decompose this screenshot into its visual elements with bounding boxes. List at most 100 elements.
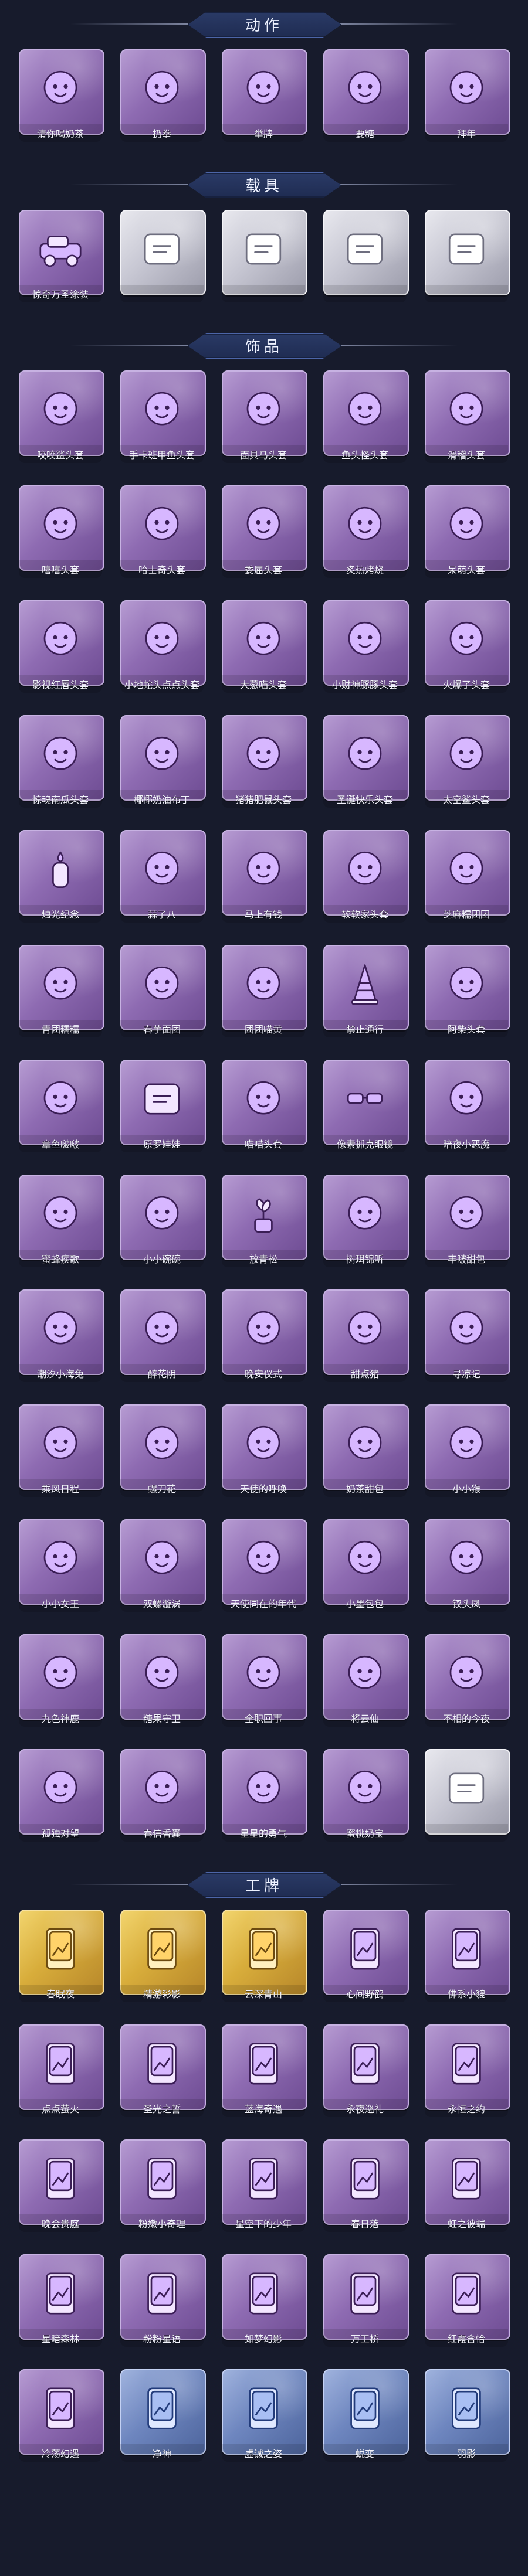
item-card[interactable]: 将云仙 (323, 1634, 409, 1728)
item-card[interactable]: 奶茶甜包 (323, 1404, 409, 1498)
item-card[interactable]: 永恒之约 (425, 2024, 510, 2118)
item-card[interactable]: 影视红唇头套 (19, 600, 104, 694)
item-card[interactable]: 虹之彼端 (425, 2139, 510, 2233)
item-card[interactable]: 圣诞快乐头套 (323, 715, 409, 809)
item-card[interactable]: 要糖 (323, 49, 409, 143)
item-card[interactable]: 喵喵头套 (222, 1060, 307, 1153)
item-card[interactable]: 糖果守卫 (120, 1634, 206, 1728)
item-card[interactable]: 原罗娃娃 (120, 1060, 206, 1153)
item-card[interactable]: 鱼头怪头套 (323, 370, 409, 464)
item-card[interactable]: 虚诚之姿 (222, 2369, 307, 2463)
item-card[interactable] (425, 1749, 510, 1843)
item-card[interactable]: 芝麻糯团团 (425, 830, 510, 924)
item-card[interactable]: 大葱喵头套 (222, 600, 307, 694)
item-card[interactable]: 甜点猪 (323, 1289, 409, 1383)
item-card[interactable]: 不相的今夜 (425, 1634, 510, 1728)
item-card[interactable]: 马上有钱 (222, 830, 307, 924)
item-card[interactable]: 请你喝奶茶 (19, 49, 104, 143)
item-card[interactable]: 寻凉记 (425, 1289, 510, 1383)
item-card[interactable]: 炙热烤烧 (323, 485, 409, 579)
item-card[interactable]: 点点萤火 (19, 2024, 104, 2118)
item-card[interactable]: 晚会贵庭 (19, 2139, 104, 2233)
item-card[interactable]: 粉粉星语 (120, 2254, 206, 2348)
item-card[interactable]: 羽影 (425, 2369, 510, 2463)
item-card[interactable]: 像素抓克眼镜 (323, 1060, 409, 1153)
item-card[interactable]: 如梦幻影 (222, 2254, 307, 2348)
item-card[interactable]: 小小猴 (425, 1404, 510, 1498)
item-card[interactable]: 哈士奇头套 (120, 485, 206, 579)
item-card[interactable]: 椰椰奶油布丁 (120, 715, 206, 809)
item-card[interactable]: 螺刀花 (120, 1404, 206, 1498)
item-card[interactable]: 圣光之誓 (120, 2024, 206, 2118)
item-card[interactable]: 红霞含恰 (425, 2254, 510, 2348)
item-card[interactable] (222, 210, 307, 304)
item-card[interactable]: 火爆了头套 (425, 600, 510, 694)
item-card[interactable]: 春日落 (323, 2139, 409, 2233)
item-card[interactable]: 九色神鹿 (19, 1634, 104, 1728)
item-card[interactable]: 阿柴头套 (425, 945, 510, 1039)
item-card[interactable]: 树珥锦听 (323, 1175, 409, 1268)
item-card[interactable]: 云深青山 (222, 1910, 307, 2003)
item-card[interactable]: 惊魂南瓜头套 (19, 715, 104, 809)
item-card[interactable]: 全职回事 (222, 1634, 307, 1728)
item-card[interactable]: 放青松 (222, 1175, 307, 1268)
item-card[interactable]: 滑稽头套 (425, 370, 510, 464)
item-card[interactable]: 孤独对望 (19, 1749, 104, 1843)
item-card[interactable]: 太空鲨头套 (425, 715, 510, 809)
item-card[interactable]: 天使同在的年代 (222, 1519, 307, 1613)
item-card[interactable]: 小墨包包 (323, 1519, 409, 1613)
item-card[interactable]: 钗头凤 (425, 1519, 510, 1613)
item-card[interactable]: 永夜巡礼 (323, 2024, 409, 2118)
item-card[interactable]: 蜕变 (323, 2369, 409, 2463)
item-card[interactable]: 蒜了八 (120, 830, 206, 924)
item-card[interactable]: 扔拳 (120, 49, 206, 143)
item-card[interactable]: 青团糯糯 (19, 945, 104, 1039)
item-card[interactable]: 蜜桃奶宝 (323, 1749, 409, 1843)
item-card[interactable]: 呆萌头套 (425, 485, 510, 579)
item-card[interactable]: 万工桥 (323, 2254, 409, 2348)
item-card[interactable]: 软软家头套 (323, 830, 409, 924)
item-card[interactable]: 章鱼啵啵 (19, 1060, 104, 1153)
item-card[interactable]: 委屈头套 (222, 485, 307, 579)
item-card[interactable]: 天使的呼唤 (222, 1404, 307, 1498)
item-card[interactable]: 星暗森林 (19, 2254, 104, 2348)
item-card[interactable]: 春芋面团 (120, 945, 206, 1039)
item-card[interactable]: 春眠夜 (19, 1910, 104, 2003)
item-card[interactable]: 双螺漩涡 (120, 1519, 206, 1613)
item-card[interactable]: 佛系小貔 (425, 1910, 510, 2003)
item-card[interactable]: 猪猪肥鼠头套 (222, 715, 307, 809)
item-card[interactable]: 暗夜小恶魔 (425, 1060, 510, 1153)
item-card[interactable]: 星星的勇气 (222, 1749, 307, 1843)
item-card[interactable]: 冷荡幻遇 (19, 2369, 104, 2463)
item-card[interactable]: 粉嫩小奇理 (120, 2139, 206, 2233)
item-card[interactable]: 拜年 (425, 49, 510, 143)
item-card[interactable]: 蜜蜂疾歌 (19, 1175, 104, 1268)
item-card[interactable]: 净神 (120, 2369, 206, 2463)
item-card[interactable]: 心间野鹤 (323, 1910, 409, 2003)
item-card[interactable]: 星空下的少年 (222, 2139, 307, 2233)
item-card[interactable] (323, 210, 409, 304)
item-card[interactable]: 面具马头套 (222, 370, 307, 464)
item-card[interactable]: 春信香囊 (120, 1749, 206, 1843)
item-card[interactable]: 惊奇万圣涂装 (19, 210, 104, 304)
item-card[interactable]: 乘风日程 (19, 1404, 104, 1498)
item-card[interactable] (425, 210, 510, 304)
item-card[interactable]: 小地蛇头点点头套 (120, 600, 206, 694)
item-card[interactable]: 团团喵黄 (222, 945, 307, 1039)
item-card[interactable]: 蓝海奇遇 (222, 2024, 307, 2118)
item-card[interactable]: 晚安仪式 (222, 1289, 307, 1383)
item-card[interactable]: 小小碗碗 (120, 1175, 206, 1268)
item-card[interactable]: 醉花阴 (120, 1289, 206, 1383)
item-card[interactable]: 小财神豚豚头套 (323, 600, 409, 694)
item-card[interactable]: 嘻嘻头套 (19, 485, 104, 579)
item-card[interactable]: 小小女王 (19, 1519, 104, 1613)
item-card[interactable]: 禁止通行 (323, 945, 409, 1039)
item-card[interactable]: 咬咬鲨头套 (19, 370, 104, 464)
item-card[interactable]: 潮汐小海兔 (19, 1289, 104, 1383)
item-card[interactable]: 丰啵甜包 (425, 1175, 510, 1268)
item-card[interactable]: 手卡班甲鱼头套 (120, 370, 206, 464)
item-card[interactable]: 精游彩影 (120, 1910, 206, 2003)
item-card[interactable]: 举牌 (222, 49, 307, 143)
item-card[interactable]: 烛光纪念 (19, 830, 104, 924)
item-card[interactable] (120, 210, 206, 304)
